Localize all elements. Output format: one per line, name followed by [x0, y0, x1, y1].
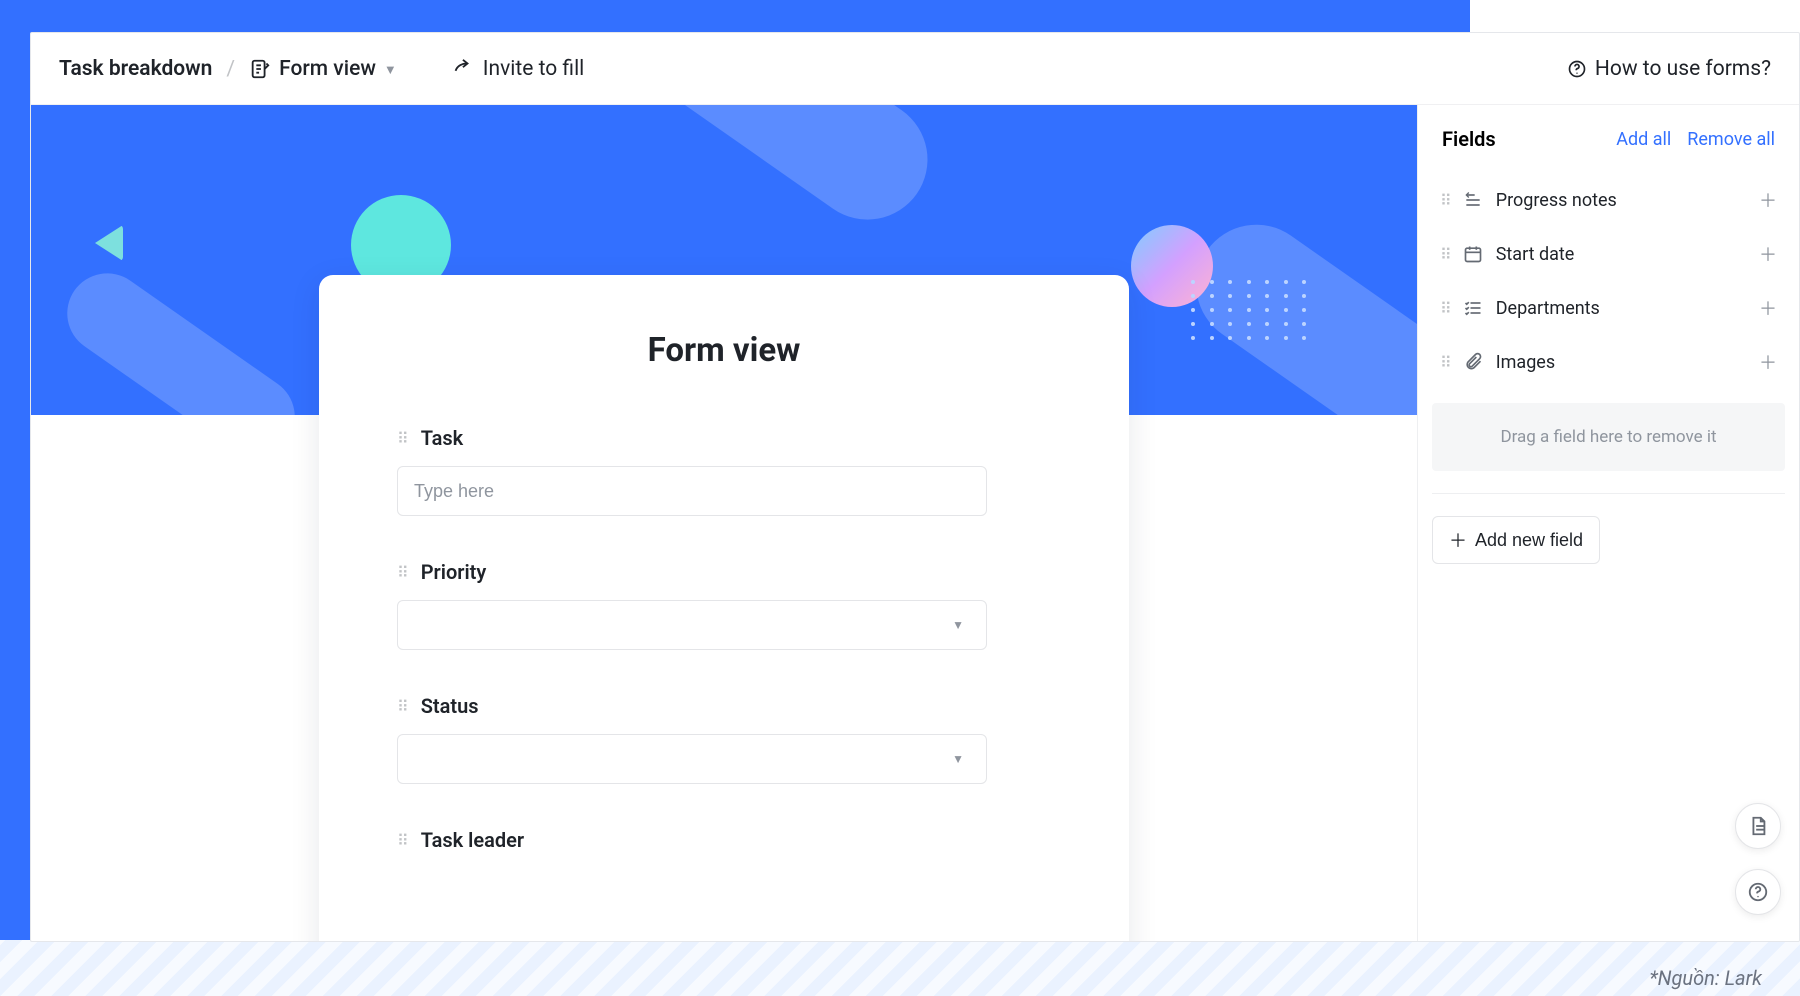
topbar: Task breakdown / Form view ▼ Invite to f… [31, 33, 1799, 105]
main-panel: Form view ⠿ Task ⠿ [31, 105, 1417, 941]
drag-handle-icon[interactable]: ⠿ [1440, 299, 1450, 318]
help-float-button[interactable] [1735, 869, 1781, 915]
attachment-field-icon [1462, 352, 1484, 372]
doc-float-button[interactable] [1735, 803, 1781, 849]
status-select[interactable]: ▼ [397, 734, 987, 784]
field-item-name: Progress notes [1496, 190, 1747, 211]
drag-handle-icon[interactable]: ⠿ [397, 429, 407, 448]
breadcrumb-separator: / [226, 57, 235, 81]
plus-icon: ＋ [1449, 527, 1467, 553]
invite-label: Invite to fill [483, 57, 585, 81]
field-label-priority: Priority [421, 560, 487, 584]
task-input-wrapper[interactable] [397, 466, 987, 516]
add-new-field-label: Add new field [1475, 530, 1583, 551]
priority-select[interactable]: ▼ [397, 600, 987, 650]
field-label-task-leader: Task leader [421, 828, 524, 852]
add-field-icon[interactable]: ＋ [1759, 295, 1777, 321]
view-name: Form view [279, 57, 376, 81]
form-field-task-leader: ⠿ Task leader [397, 828, 1051, 852]
add-field-icon[interactable]: ＋ [1759, 349, 1777, 375]
add-field-icon[interactable]: ＋ [1759, 187, 1777, 213]
field-label-task: Task [421, 426, 464, 450]
form-view-icon [249, 58, 271, 80]
available-fields-list: ⠿ Progress notes ＋ ⠿ [1418, 169, 1799, 395]
drag-handle-icon[interactable]: ⠿ [397, 563, 407, 582]
field-item-departments[interactable]: ⠿ Departments ＋ [1430, 281, 1787, 335]
text-field-icon [1462, 190, 1484, 210]
form-card: Form view ⠿ Task ⠿ [319, 275, 1129, 941]
field-item-progress-notes[interactable]: ⠿ Progress notes ＋ [1430, 173, 1787, 227]
app-frame: Task breakdown / Form view ▼ Invite to f… [30, 32, 1800, 942]
howto-label: How to use forms? [1595, 57, 1771, 81]
invite-to-fill-button[interactable]: Invite to fill [451, 57, 585, 81]
drag-handle-icon[interactable]: ⠿ [1440, 353, 1450, 372]
field-item-start-date[interactable]: ⠿ Start date ＋ [1430, 227, 1787, 281]
fields-side-panel: Fields Add all Remove all ⠿ Progress not… [1417, 105, 1799, 941]
date-field-icon [1462, 244, 1484, 264]
add-field-icon[interactable]: ＋ [1759, 241, 1777, 267]
remove-all-link[interactable]: Remove all [1687, 129, 1775, 150]
how-to-use-forms-link[interactable]: How to use forms? [1567, 57, 1771, 81]
drag-handle-icon[interactable]: ⠿ [397, 697, 407, 716]
document-icon [1747, 815, 1769, 837]
caret-down-icon: ▼ [952, 752, 970, 766]
view-selector[interactable]: Form view ▼ [249, 57, 397, 81]
field-item-images[interactable]: ⠿ Images ＋ [1430, 335, 1787, 389]
form-title[interactable]: Form view [397, 331, 1051, 370]
caret-down-icon: ▼ [952, 618, 970, 632]
drag-handle-icon[interactable]: ⠿ [1440, 245, 1450, 264]
form-field-task: ⠿ Task [397, 426, 1051, 516]
add-all-link[interactable]: Add all [1616, 129, 1671, 150]
divider [1432, 493, 1785, 494]
task-input[interactable] [414, 481, 970, 502]
field-label-status: Status [421, 694, 479, 718]
multiselect-field-icon [1462, 298, 1484, 318]
field-item-name: Start date [1496, 244, 1747, 265]
share-arrow-icon [451, 58, 473, 80]
drag-handle-icon[interactable]: ⠿ [397, 831, 407, 850]
field-item-name: Images [1496, 352, 1747, 373]
help-circle-icon [1747, 881, 1769, 903]
form-field-status: ⠿ Status ▼ [397, 694, 1051, 784]
add-new-field-button[interactable]: ＋ Add new field [1432, 516, 1600, 564]
field-item-name: Departments [1496, 298, 1747, 319]
breadcrumb-root[interactable]: Task breakdown [59, 57, 212, 81]
fields-panel-title: Fields [1442, 127, 1600, 151]
form-field-priority: ⠿ Priority ▼ [397, 560, 1051, 650]
remove-field-dropzone[interactable]: Drag a field here to remove it [1432, 403, 1785, 471]
drag-handle-icon[interactable]: ⠿ [1440, 191, 1450, 210]
source-attribution: *Nguồn: Lark [1649, 966, 1762, 990]
caret-down-icon: ▼ [384, 62, 397, 78]
help-circle-icon [1567, 59, 1587, 79]
